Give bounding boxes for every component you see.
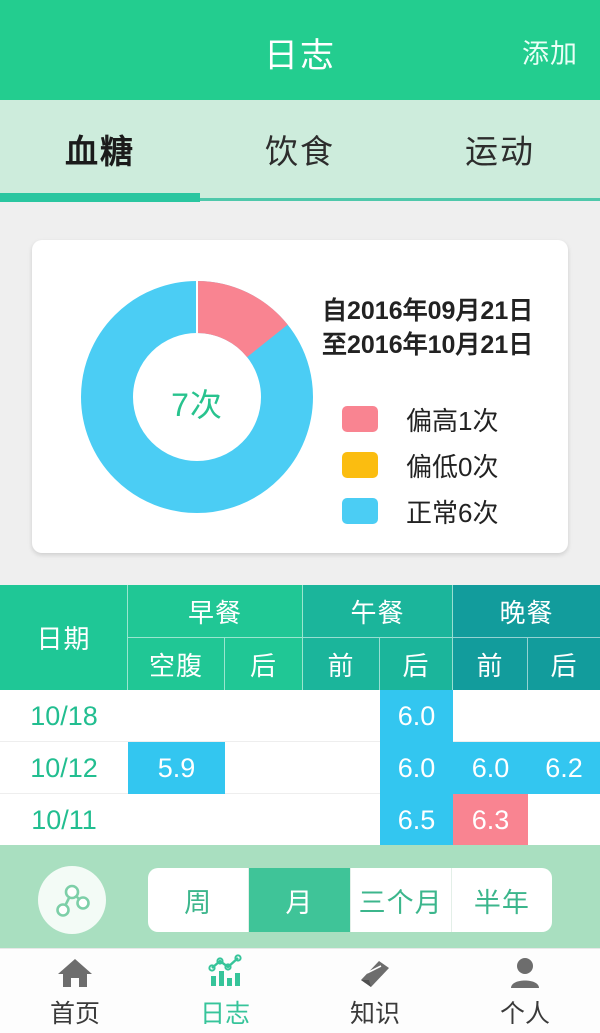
app-screen: 日志 添加 血糖 饮食 运动 7次 自2016年09月21日 至2016年10月… bbox=[0, 0, 600, 1033]
person-icon bbox=[505, 952, 545, 990]
table-subheader-breakfast-after: 后 bbox=[225, 637, 303, 690]
nav-item-knowledge[interactable]: 知识 bbox=[300, 949, 450, 1033]
table-row-date: 10/12 bbox=[30, 752, 98, 783]
table-header-dinner: 晚餐 bbox=[453, 585, 600, 637]
table-cell[interactable]: 6.2 bbox=[528, 742, 600, 794]
legend-item-normal: 正常6次 bbox=[342, 492, 498, 530]
table-cell[interactable]: 5.9 bbox=[128, 742, 225, 794]
legend-label-low: 偏低0次 bbox=[406, 451, 499, 482]
table-row-date: 10/11 bbox=[31, 804, 97, 835]
add-button[interactable]: 添加 bbox=[522, 32, 578, 71]
table-cell[interactable]: 6.0 bbox=[380, 742, 453, 794]
table-cell[interactable] bbox=[528, 690, 600, 742]
period-half-year[interactable]: 半年 bbox=[452, 868, 552, 932]
nav-label-knowledge: 知识 bbox=[349, 1000, 400, 1028]
app-header: 日志 添加 bbox=[0, 0, 600, 100]
nav-item-profile[interactable]: 个人 bbox=[450, 949, 600, 1033]
period-month[interactable]: 月 bbox=[249, 868, 351, 932]
table-header-breakfast: 早餐 bbox=[128, 585, 303, 637]
table-cell[interactable] bbox=[225, 794, 303, 846]
chart-legend: 偏高1次 偏低0次 正常6次 bbox=[342, 400, 498, 538]
table-cell[interactable] bbox=[128, 690, 225, 742]
table-row[interactable]: 10/18 6.0 bbox=[0, 690, 600, 742]
nav-item-log[interactable]: 日志 bbox=[150, 949, 300, 1033]
table-cell[interactable] bbox=[128, 794, 225, 846]
measurement-table: 日期 早餐 午餐 晚餐 空腹 后 前 后 前 后 10/18 6.0 10/12 5.… bbox=[0, 585, 600, 846]
legend-item-low: 偏低0次 bbox=[342, 446, 498, 484]
table-subheader-dinner-after: 后 bbox=[528, 637, 600, 690]
legend-swatch-high bbox=[342, 406, 378, 432]
tab-exercise[interactable]: 运动 bbox=[400, 100, 600, 198]
table-cell[interactable]: 6.5 bbox=[380, 794, 453, 846]
legend-item-high: 偏高1次 bbox=[342, 400, 498, 438]
period-week[interactable]: 周 bbox=[148, 868, 250, 932]
legend-label-high: 偏高1次 bbox=[406, 405, 499, 436]
nav-item-home[interactable]: 首页 bbox=[0, 949, 150, 1033]
table-subheader-dinner-before: 前 bbox=[453, 637, 528, 690]
page-title: 日志 bbox=[264, 37, 336, 75]
home-icon bbox=[55, 952, 95, 990]
donut-chart: 7次 bbox=[77, 277, 317, 517]
table-row-date: 10/18 bbox=[30, 700, 98, 731]
period-three-months[interactable]: 三个月 bbox=[351, 868, 452, 932]
legend-swatch-normal bbox=[342, 498, 378, 524]
nav-label-log: 日志 bbox=[199, 1000, 250, 1028]
date-range: 自2016年09月21日 至2016年10月21日 bbox=[322, 295, 562, 363]
table-cell[interactable] bbox=[303, 742, 380, 794]
date-range-end: 至2016年10月21日 bbox=[322, 330, 534, 359]
period-segmented-control[interactable]: 周 月 三个月 半年 bbox=[148, 868, 552, 932]
table-cell[interactable] bbox=[453, 690, 528, 742]
table-cell[interactable] bbox=[225, 690, 303, 742]
node-graph-icon[interactable] bbox=[38, 866, 106, 934]
nav-label-home: 首页 bbox=[49, 1000, 100, 1028]
tab-diet[interactable]: 饮食 bbox=[200, 100, 400, 198]
table-cell[interactable]: 6.0 bbox=[380, 690, 453, 742]
table-header-lunch: 午餐 bbox=[303, 585, 453, 637]
table-cell[interactable] bbox=[303, 794, 380, 846]
table-cell[interactable]: 6.0 bbox=[453, 742, 528, 794]
donut-center-total: 7次 bbox=[171, 387, 223, 423]
tab-blood-sugar[interactable]: 血糖 bbox=[0, 100, 200, 198]
tab-active-indicator bbox=[0, 193, 200, 202]
tab-bar: 血糖 饮食 运动 bbox=[0, 100, 600, 198]
table-row[interactable]: 10/11 6.5 6.3 bbox=[0, 794, 600, 846]
table-cell[interactable] bbox=[303, 690, 380, 742]
donut-slice-high bbox=[196, 281, 288, 358]
table-subheader-lunch-before: 前 bbox=[303, 637, 380, 690]
legend-swatch-low bbox=[342, 452, 378, 478]
table-subheader-lunch-after: 后 bbox=[380, 637, 453, 690]
table-subheader-breakfast-fasting: 空腹 bbox=[128, 637, 225, 690]
table-row[interactable]: 10/12 5.9 6.0 6.0 6.2 bbox=[0, 742, 600, 794]
nav-label-profile: 个人 bbox=[499, 1000, 550, 1028]
bottom-navigation: 首页 日志 知识 个人 bbox=[0, 948, 600, 1033]
table-cell[interactable]: 6.3 bbox=[453, 794, 528, 846]
book-icon bbox=[355, 952, 395, 990]
chart-log-icon bbox=[205, 952, 245, 990]
summary-card: 7次 自2016年09月21日 至2016年10月21日 偏高1次 偏低0次 正… bbox=[32, 240, 568, 553]
table-header-date: 日期 bbox=[0, 585, 128, 690]
legend-label-normal: 正常6次 bbox=[406, 497, 499, 528]
table-cell[interactable] bbox=[528, 794, 600, 846]
table-cell[interactable] bbox=[225, 742, 303, 794]
node-graph-glyph bbox=[56, 884, 90, 917]
date-range-start: 自2016年09月21日 bbox=[322, 297, 534, 325]
